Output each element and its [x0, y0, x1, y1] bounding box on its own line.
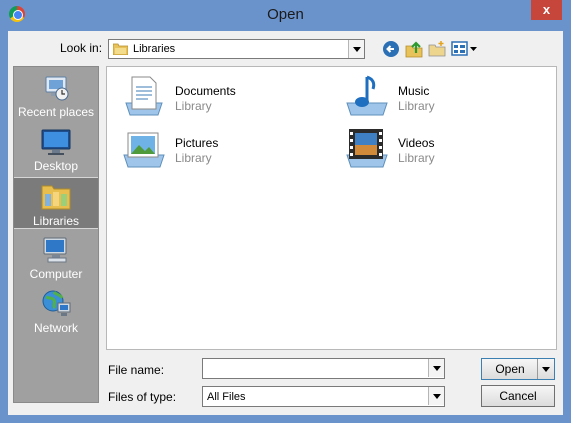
- file-type-value: All Files: [207, 391, 246, 403]
- look-in-value: Libraries: [133, 43, 176, 55]
- open-button-label: Open: [495, 362, 525, 376]
- pictures-library-icon: [123, 132, 165, 168]
- place-label: Desktop: [33, 159, 79, 173]
- computer-icon: [43, 237, 67, 263]
- libraries-folder-icon: [113, 43, 128, 55]
- chevron-down-icon[interactable]: [348, 40, 364, 58]
- item-type: Library: [175, 151, 212, 165]
- places-bar: Recent places Desktop Libraries Computer…: [13, 66, 99, 403]
- file-type-dropdown[interactable]: All Files: [202, 386, 445, 407]
- place-label: Recent places: [17, 105, 95, 119]
- cancel-button[interactable]: Cancel: [481, 385, 555, 407]
- back-icon[interactable]: [381, 40, 401, 58]
- look-in-label: Look in:: [60, 41, 103, 55]
- look-in-dropdown[interactable]: Libraries: [108, 39, 365, 59]
- open-button[interactable]: Open: [481, 358, 555, 380]
- place-recent-places[interactable]: Recent places: [14, 69, 98, 121]
- recent-places-icon: [45, 76, 69, 101]
- title-bar: Open x: [0, 0, 571, 30]
- view-menu-icon[interactable]: [451, 40, 479, 58]
- item-name: Pictures: [175, 136, 219, 150]
- desktop-icon: [41, 129, 71, 155]
- file-name-label: File name:: [108, 363, 165, 377]
- list-item-music[interactable]: Music Library: [343, 73, 543, 119]
- network-icon: [42, 290, 71, 316]
- file-list[interactable]: Documents Library Music Library Pictures…: [106, 66, 557, 350]
- music-library-icon: [346, 75, 388, 116]
- place-desktop[interactable]: Desktop: [14, 123, 98, 175]
- list-item-videos[interactable]: Videos Library: [343, 125, 543, 171]
- videos-library-icon: [346, 129, 388, 168]
- window-title: Open: [267, 6, 304, 23]
- item-name: Music: [398, 84, 430, 98]
- place-label: Libraries: [32, 214, 80, 228]
- chevron-down-icon[interactable]: [428, 387, 444, 405]
- place-computer[interactable]: Computer: [14, 231, 98, 283]
- libraries-icon: [41, 185, 71, 210]
- item-name: Videos: [398, 136, 435, 150]
- item-type: Library: [398, 99, 435, 113]
- dialog-body: Look in: Libraries Recent places Desktop…: [8, 31, 563, 415]
- place-network[interactable]: Network: [14, 285, 98, 337]
- file-type-label: Files of type:: [108, 390, 177, 404]
- place-label: Network: [33, 321, 78, 335]
- list-item-pictures[interactable]: Pictures Library: [120, 125, 320, 171]
- close-button[interactable]: x: [531, 0, 562, 20]
- place-libraries[interactable]: Libraries: [14, 177, 98, 229]
- file-name-field[interactable]: [202, 358, 445, 379]
- item-name: Documents: [175, 84, 236, 98]
- item-type: Library: [175, 99, 212, 113]
- documents-library-icon: [125, 76, 163, 116]
- open-split-arrow-icon[interactable]: [537, 359, 554, 379]
- up-folder-icon[interactable]: [404, 40, 424, 58]
- place-label: Computer: [29, 267, 83, 281]
- chevron-down-icon[interactable]: [428, 359, 444, 377]
- new-folder-icon[interactable]: [427, 40, 447, 58]
- list-item-documents[interactable]: Documents Library: [120, 73, 320, 119]
- item-type: Library: [398, 151, 435, 165]
